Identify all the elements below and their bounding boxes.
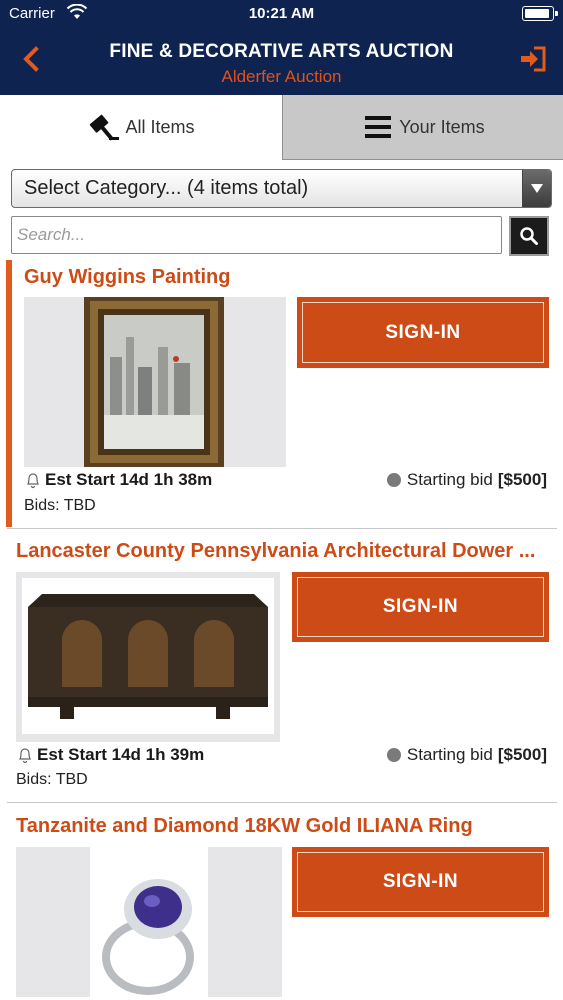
sign-in-button-label: SIGN-IN — [385, 321, 461, 343]
page-subtitle: Alderfer Auction — [221, 67, 342, 86]
bell-icon — [19, 748, 31, 764]
tab-bar: All Items Your Items — [0, 95, 563, 160]
status-dot-icon — [386, 473, 401, 487]
list-item: Lancaster County Pennsylvania Architectu… — [0, 535, 563, 803]
bids-count: Bids: TBD — [24, 497, 96, 514]
divider — [7, 528, 557, 529]
tab-all-items[interactable]: All Items — [0, 95, 282, 160]
starting-bid-label: Starting bid — [406, 745, 493, 764]
status-bar: Carrier 10:21 AM — [0, 0, 563, 28]
top-bar: Carrier 10:21 AM FINE & DECORATIVE ARTS … — [0, 0, 563, 95]
tab-label: Your Items — [399, 116, 485, 137]
dower-chest-image — [16, 572, 280, 742]
nav-bar: FINE & DECORATIVE ARTS AUCTION Alderfer … — [0, 28, 563, 95]
sign-in-button[interactable]: SIGN-IN — [297, 297, 549, 368]
sign-in-button[interactable]: SIGN-IN — [292, 572, 549, 642]
sign-in-button[interactable]: SIGN-IN — [292, 847, 549, 917]
sign-in-icon[interactable] — [519, 46, 547, 72]
dropdown-arrow-icon[interactable] — [522, 170, 551, 207]
tab-label: All Items — [125, 117, 195, 137]
category-select-value: Select Category... (4 items total) — [24, 177, 309, 199]
page-title: FINE & DECORATIVE ARTS AUCTION — [109, 41, 454, 62]
item-title[interactable]: Tanzanite and Diamond 18KW Gold ILIANA R… — [16, 815, 549, 838]
divider — [7, 802, 557, 803]
search-button[interactable] — [509, 216, 549, 256]
starting-bid-value: [$500] — [497, 470, 547, 489]
list-item: Tanzanite and Diamond 18KW Gold ILIANA R… — [0, 810, 563, 1000]
bids-count: Bids: TBD — [16, 771, 88, 788]
est-start: Est Start 14d 1h 39m — [16, 745, 204, 765]
selected-marker — [6, 260, 12, 527]
est-start: Est Start 14d 1h 38m — [24, 470, 212, 490]
category-select[interactable]: Select Category... (4 items total) — [11, 169, 552, 208]
sign-in-button-label: SIGN-IN — [382, 871, 459, 892]
clock: 10:21 AM — [248, 5, 315, 22]
battery-icon — [522, 6, 558, 21]
search-input[interactable] — [11, 216, 502, 254]
est-start-text: Est Start 14d 1h 38m — [45, 470, 213, 489]
item-title[interactable]: Lancaster County Pennsylvania Architectu… — [16, 540, 549, 563]
starting-bid: Starting bid [$500] — [386, 470, 547, 490]
starting-bid: Starting bid [$500] — [386, 745, 547, 765]
tab-your-items[interactable]: Your Items — [282, 95, 563, 160]
starting-bid-value: [$500] — [497, 745, 547, 764]
item-image[interactable] — [16, 572, 280, 742]
item-image[interactable] — [24, 297, 286, 467]
list-item: Guy Wiggins Painting SIGN-IN Est Start 1… — [0, 260, 563, 528]
bell-icon — [27, 473, 39, 489]
est-start-text: Est Start 14d 1h 39m — [37, 745, 205, 764]
ring-image — [16, 847, 282, 997]
sign-in-button-label: SIGN-IN — [382, 596, 459, 617]
search-icon — [520, 227, 538, 245]
status-dot-icon — [386, 748, 401, 762]
framed-painting-image — [24, 297, 286, 467]
item-title[interactable]: Guy Wiggins Painting — [24, 266, 549, 289]
starting-bid-label: Starting bid — [406, 470, 493, 489]
back-chevron-icon[interactable] — [18, 42, 46, 76]
gavel-icon — [90, 114, 120, 141]
menu-icon — [365, 116, 392, 138]
item-image[interactable] — [16, 847, 282, 997]
